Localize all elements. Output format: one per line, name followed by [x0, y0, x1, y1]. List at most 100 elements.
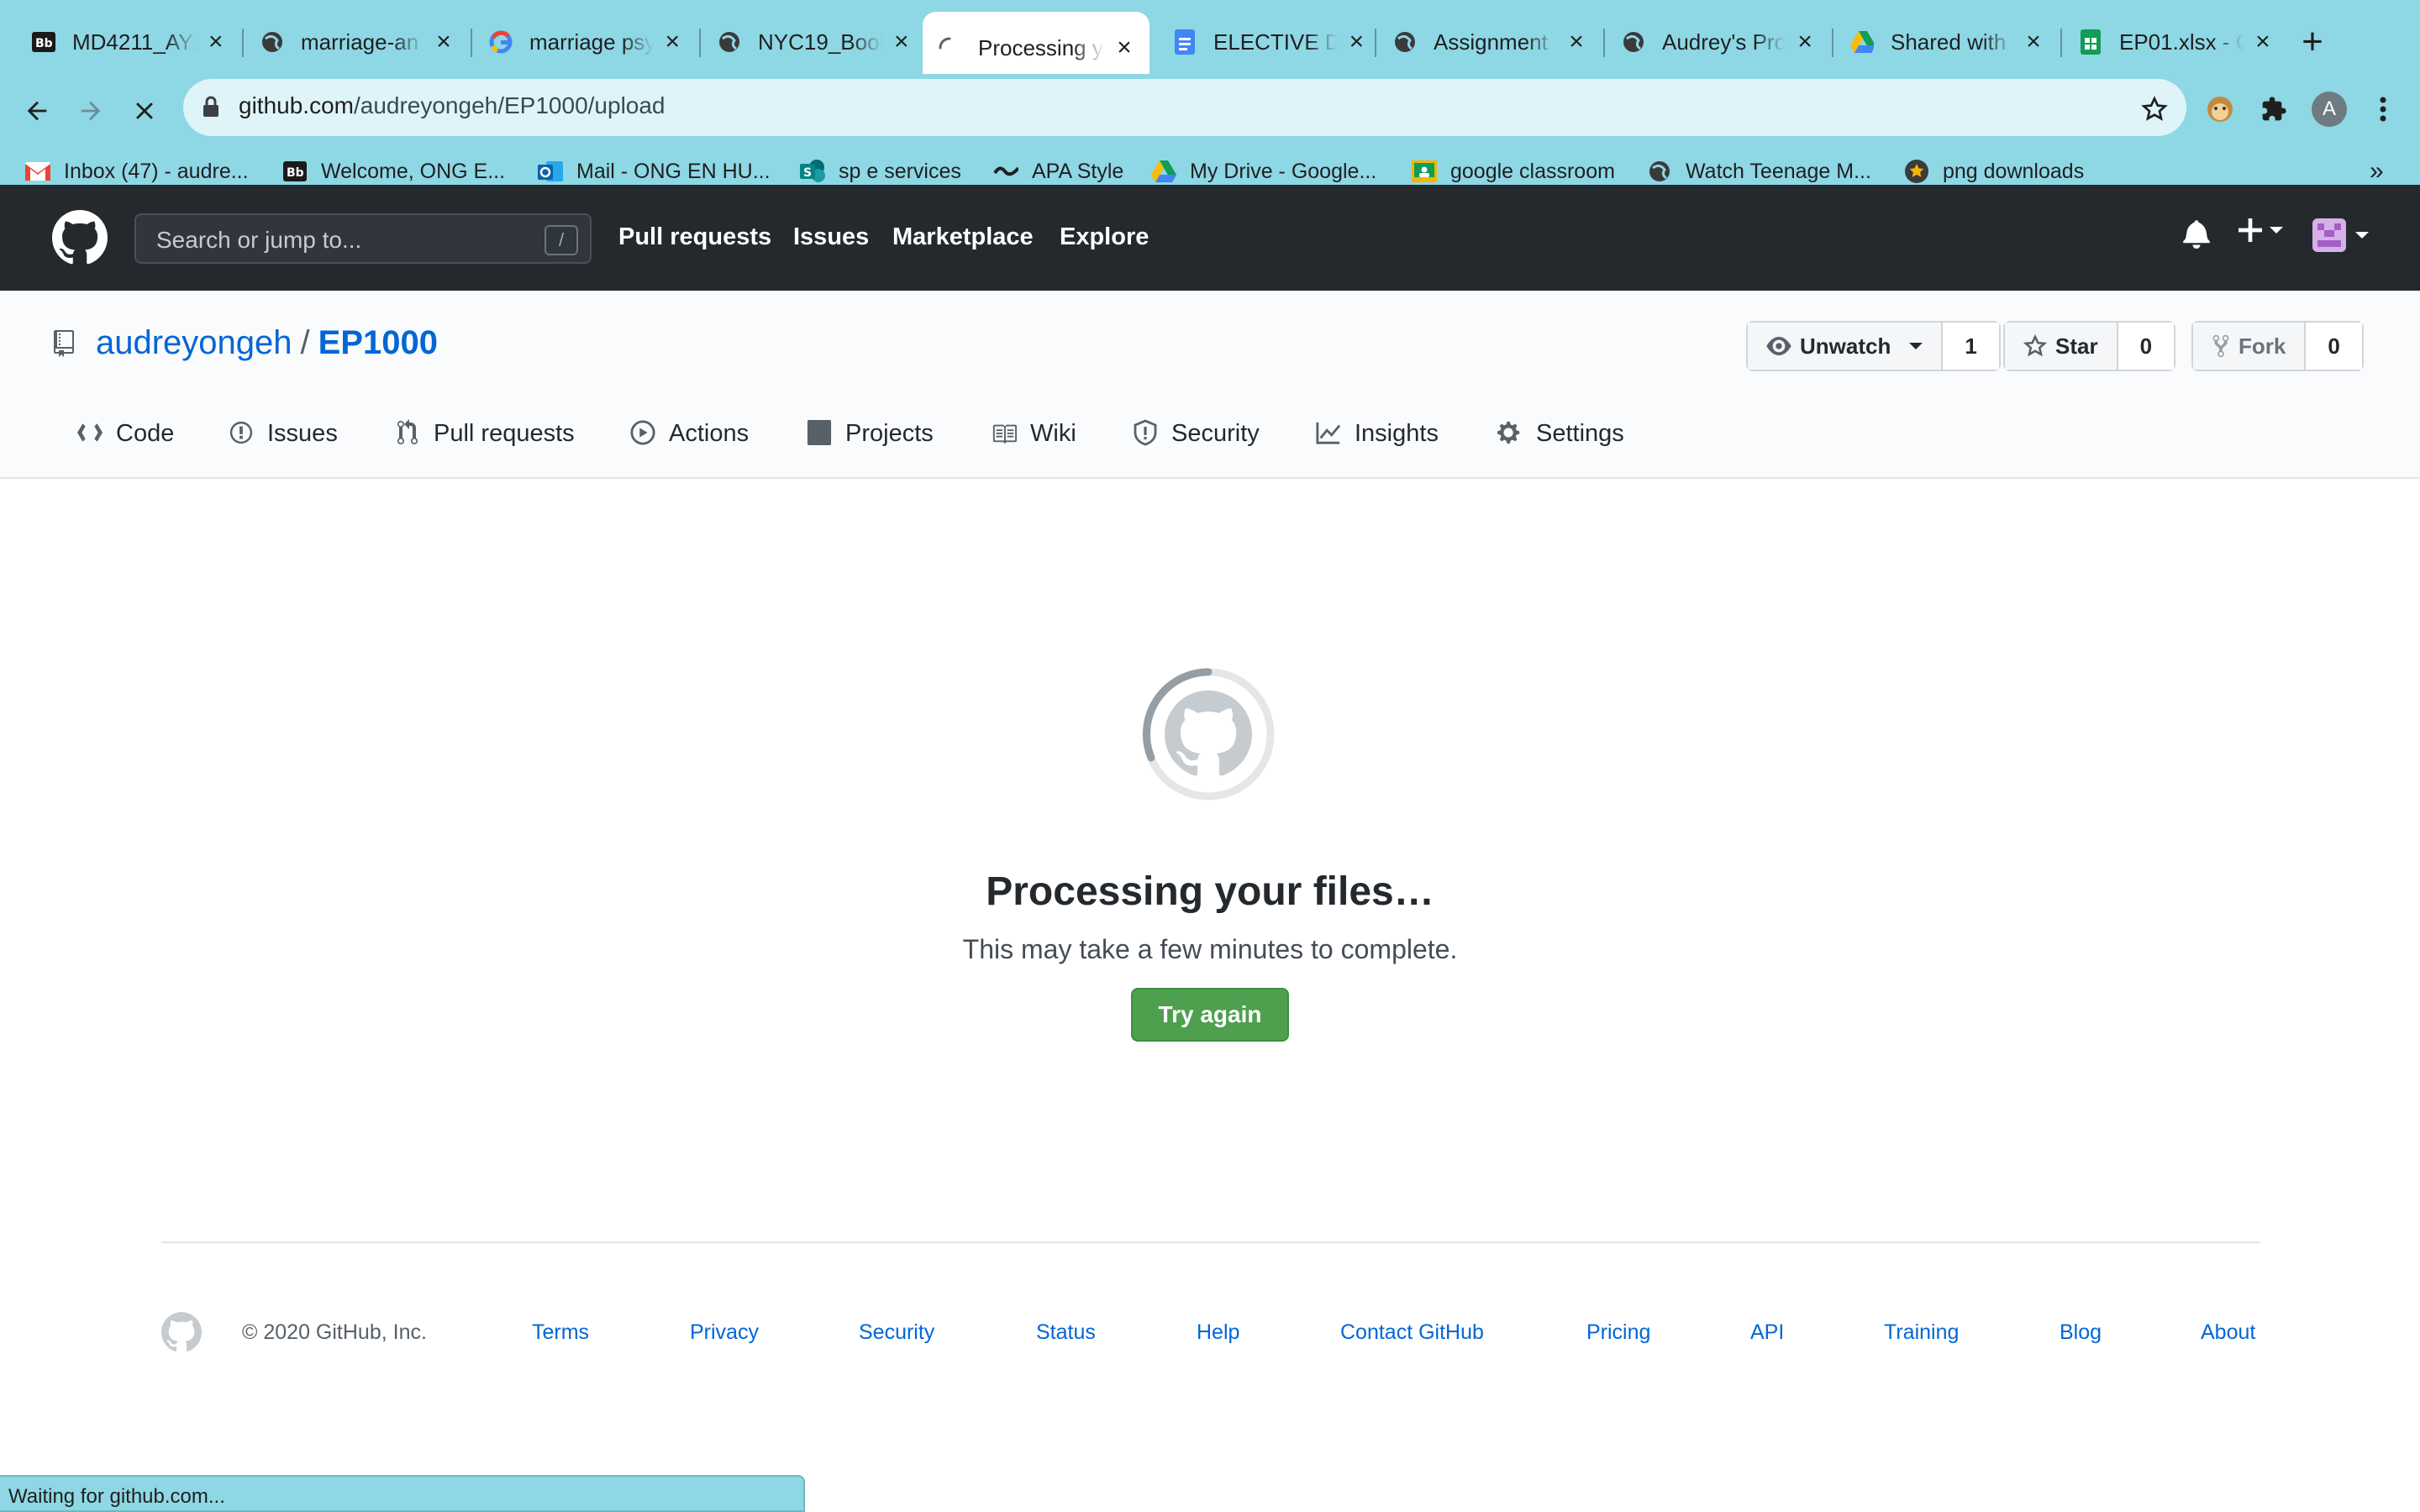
browser-status-bubble: Waiting for github.com...	[0, 1475, 805, 1512]
tab-actions[interactable]: Actions	[630, 417, 749, 480]
repo-owner-link[interactable]: audreyongeh	[96, 324, 292, 362]
tab-separator	[471, 29, 472, 57]
tab-label: Wiki	[1030, 420, 1076, 447]
apa-icon	[993, 159, 1018, 184]
footer-link-contact[interactable]: Contact GitHub	[1340, 1320, 1484, 1345]
close-tab-icon[interactable]: ×	[434, 28, 454, 56]
caret-down-icon	[2270, 227, 2283, 234]
footer-link-terms[interactable]: Terms	[532, 1320, 589, 1345]
back-button[interactable]	[12, 86, 62, 136]
notifications-button[interactable]	[2183, 218, 2210, 249]
address-bar-row: github.com/audreyongeh/EP1000/upload A I…	[0, 74, 2420, 198]
fork-button[interactable]: Fork	[2193, 323, 2307, 370]
watch-count[interactable]: 1	[1943, 323, 1999, 370]
tab-projects[interactable]: Projects	[807, 417, 934, 480]
tab-wiki[interactable]: Wiki	[992, 417, 1076, 480]
close-tab-icon[interactable]: ×	[1114, 34, 1134, 62]
graph-icon	[1316, 420, 1341, 445]
svg-text:Bb: Bb	[287, 166, 304, 180]
tab-label: Issues	[267, 420, 338, 447]
extensions-button[interactable]	[2250, 86, 2297, 133]
close-tab-icon[interactable]: ×	[663, 28, 682, 56]
gear-icon	[1497, 420, 1523, 445]
monkey-extension-icon	[2207, 97, 2233, 122]
fork-count[interactable]: 0	[2306, 323, 2362, 370]
forward-button[interactable]	[66, 86, 116, 136]
footer-link-about[interactable]: About	[2201, 1320, 2255, 1345]
browser-tab[interactable]: ELECTIVE D ×	[1158, 13, 1381, 71]
nav-marketplace[interactable]: Marketplace	[892, 223, 1034, 251]
close-tab-icon[interactable]: ×	[2254, 28, 2272, 56]
tab-issues[interactable]: Issues	[229, 417, 338, 480]
close-tab-icon[interactable]: ×	[1566, 28, 1586, 56]
browser-tab[interactable]: marriage psy ×	[474, 13, 697, 71]
fork-label: Fork	[2238, 333, 2286, 359]
footer-copyright: © 2020 GitHub, Inc.	[242, 1320, 427, 1344]
fork-icon	[2212, 334, 2229, 358]
browser-tab[interactable]: Assignment ×	[1378, 13, 1602, 71]
footer-link-blog[interactable]: Blog	[2060, 1320, 2102, 1345]
star-outline-icon	[2023, 334, 2047, 357]
lock-icon	[202, 96, 220, 122]
blackboard-icon: Bb	[282, 159, 308, 184]
create-new-button[interactable]	[2238, 218, 2284, 242]
footer-link-help[interactable]: Help	[1197, 1320, 1239, 1345]
tab-security[interactable]: Security	[1133, 417, 1260, 480]
search-input[interactable]: Search or jump to... /	[134, 213, 592, 264]
browser-tab[interactable]: EP01.xlsx - G ×	[2064, 13, 2287, 71]
unwatch-button[interactable]: Unwatch	[1748, 323, 1944, 370]
close-tab-icon[interactable]: ×	[1347, 28, 1366, 56]
classroom-icon	[1412, 159, 1437, 184]
bookmark-label: png downloads	[1943, 159, 2085, 183]
footer-link-training[interactable]: Training	[1884, 1320, 1959, 1345]
tab-separator	[1832, 29, 1833, 57]
bookmark-label: Watch Teenage M...	[1686, 159, 1871, 183]
tab-separator	[699, 29, 701, 57]
github-logo-icon[interactable]	[52, 210, 108, 270]
tab-title: EP01.xlsx - G	[2119, 29, 2244, 55]
tab-insights[interactable]: Insights	[1316, 417, 1439, 480]
close-tab-icon[interactable]: ×	[1795, 28, 1815, 56]
browser-tab[interactable]: Bb MD4211_AY2 ×	[17, 13, 240, 71]
nav-issues[interactable]: Issues	[793, 223, 869, 251]
nav-explore[interactable]: Explore	[1060, 223, 1149, 251]
repo-icon	[54, 329, 74, 357]
user-avatar-button[interactable]	[2312, 218, 2370, 252]
processing-subtitle: This may take a few minutes to complete.	[962, 934, 1458, 964]
code-icon	[77, 420, 103, 445]
footer-link-status[interactable]: Status	[1036, 1320, 1096, 1345]
browser-tab[interactable]: Audrey's Pro ×	[1607, 13, 1830, 71]
footer-link-privacy[interactable]: Privacy	[690, 1320, 759, 1345]
close-tab-icon[interactable]: ×	[2023, 28, 2044, 56]
extension-avatar-button[interactable]	[2196, 86, 2244, 133]
star-count[interactable]: 0	[2118, 323, 2175, 370]
globe-icon	[1622, 30, 1645, 54]
browser-tab[interactable]: Shared with ×	[1835, 13, 2059, 71]
tab-pull-requests[interactable]: Pull requests	[395, 417, 575, 480]
repo-name-link[interactable]: EP1000	[318, 324, 438, 362]
footer-link-api[interactable]: API	[1750, 1320, 1784, 1345]
eye-icon	[1766, 337, 1791, 355]
bookmark-star-button[interactable]	[2131, 86, 2178, 133]
tab-code[interactable]: Code	[77, 417, 174, 480]
github-footer-logo-icon[interactable]	[161, 1312, 202, 1357]
try-again-button[interactable]: Try again	[1131, 988, 1289, 1042]
url-text[interactable]: github.com/audreyongeh/EP1000/upload	[239, 92, 666, 119]
stop-loading-button[interactable]	[119, 86, 170, 136]
tab-settings[interactable]: Settings	[1497, 417, 1624, 480]
google-drive-icon	[1151, 159, 1176, 184]
new-tab-button[interactable]: +	[2294, 18, 2331, 66]
browser-tab[interactable]: NYC19_Book ×	[702, 13, 926, 71]
browser-menu-button[interactable]	[2360, 86, 2407, 133]
star-button[interactable]: Star	[2005, 323, 2118, 370]
nav-pull-requests[interactable]: Pull requests	[618, 223, 771, 251]
tab-title: Shared with	[1891, 29, 2007, 55]
close-tab-icon[interactable]: ×	[892, 28, 911, 56]
tab-label: Projects	[845, 420, 934, 447]
profile-avatar-button[interactable]: A	[2306, 86, 2353, 133]
browser-tab[interactable]: marriage-an ×	[245, 13, 469, 71]
close-tab-icon[interactable]: ×	[207, 28, 225, 56]
footer-link-security[interactable]: Security	[859, 1320, 934, 1345]
footer-link-pricing[interactable]: Pricing	[1586, 1320, 1650, 1345]
sharepoint-icon: S	[800, 159, 825, 184]
